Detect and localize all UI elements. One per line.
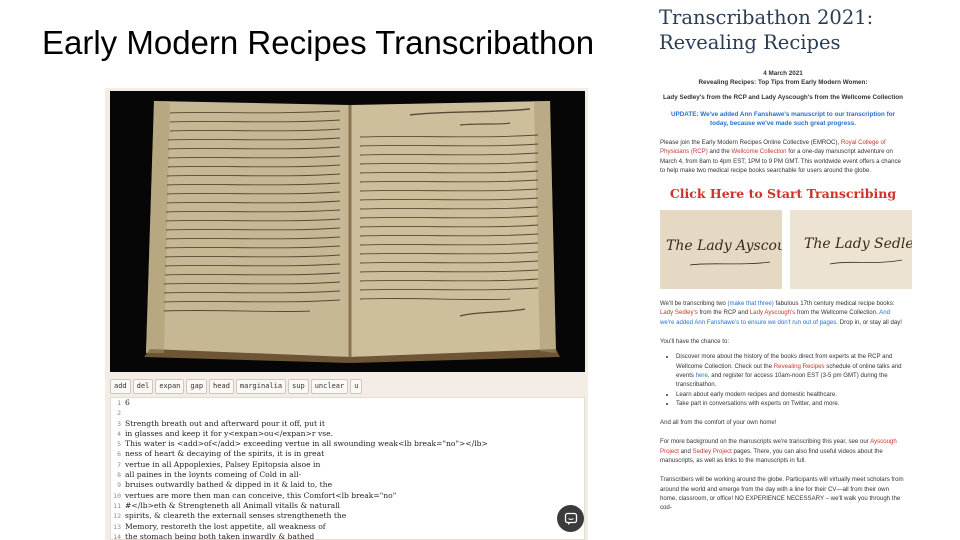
editor-line: 5 This water is <add>of</add> exceeding v… xyxy=(111,439,584,449)
manuscript-thumbnails: The Lady Ayscough The Lady Sedley xyxy=(660,210,918,290)
web-transcribers-paragraph: Transcribers will be working around the … xyxy=(660,476,904,512)
line-text[interactable]: 6 xyxy=(125,398,584,408)
tag-button-expan[interactable]: expan xyxy=(155,379,185,394)
ayscough-link[interactable]: Lady Ayscough's xyxy=(750,309,795,316)
line-number: 7 xyxy=(117,460,121,469)
line-text[interactable] xyxy=(125,408,584,418)
tag-button-del[interactable]: del xyxy=(132,379,154,394)
editor-line: 12 spirits, & cleareth the externall sens… xyxy=(111,511,584,521)
line-number: 5 xyxy=(117,440,121,449)
web-page-title: Transcribathon 2021: Revealing Recipes xyxy=(659,5,918,55)
wellcome-link[interactable]: Wellcome Collection xyxy=(731,148,786,155)
line-text[interactable]: the stomach being both taken inwardly & … xyxy=(125,532,584,539)
web-home-paragraph: And all from the comfort of your own hom… xyxy=(660,419,777,427)
web-title-line1: Transcribathon 2021: xyxy=(659,6,874,29)
line-number: 11 xyxy=(113,501,121,510)
line-number: 10 xyxy=(113,491,121,500)
line-text[interactable]: This water is <add>of</add> exceeding ve… xyxy=(125,439,584,449)
line-text[interactable]: in glasses and keep it for y<expan>ou</e… xyxy=(125,429,584,439)
sedley-thumbnail[interactable]: The Lady Sedley xyxy=(790,210,912,290)
line-text[interactable]: Strength breath out and afterward pour i… xyxy=(125,419,584,429)
tag-button-add[interactable]: add xyxy=(110,379,131,394)
editor-line: 2 xyxy=(111,408,584,418)
web-benefits-list: Discover more about the history of the b… xyxy=(676,352,904,408)
web-intro-paragraph: Please join the Early Modern Recipes Onl… xyxy=(660,138,904,175)
para-text: For more background on the manuscripts w… xyxy=(660,438,871,446)
list-text: , and register for access 10am-noon EST … xyxy=(676,371,888,389)
editor-line: 7 vertue in all Appoplexies, Palsey Epito… xyxy=(111,460,584,470)
para-text: from the Wellcome Collection. xyxy=(795,309,880,317)
manuscript-image xyxy=(110,91,585,372)
slide-title: Early Modern Recipes Transcribathon xyxy=(42,24,595,61)
editor-line: 11 #</lb>eth & Strengteneth all Animall v… xyxy=(111,501,584,511)
tag-toolbar: add del expan gap head marginalia sup un… xyxy=(110,379,363,394)
line-text[interactable]: vertues are more then man can conceive, … xyxy=(125,491,584,501)
sedley-caption: The Lady Sedley xyxy=(804,236,912,252)
list-item: Take part in conversations with experts … xyxy=(676,399,904,408)
line-text[interactable]: all paines in the loynts comeing of Cold… xyxy=(125,470,584,480)
tag-button-head[interactable]: head xyxy=(209,379,234,394)
line-text[interactable]: ness of heart & decaying of the spirits,… xyxy=(125,449,584,459)
web-books-paragraph: We'll be transcribing two (make that thr… xyxy=(660,299,904,327)
tag-button-sup[interactable]: sup xyxy=(288,379,309,394)
revealing-recipes-link[interactable]: Revealing Recipes xyxy=(774,363,825,370)
transcription-editor[interactable]: 16 2 3 Strength breath out and afterward … xyxy=(110,397,585,540)
para-text: Please join the Early Modern Recipes Onl… xyxy=(660,139,841,146)
tag-button-unclear[interactable]: unclear xyxy=(310,379,349,394)
ayscough-caption: The Lady Ayscough xyxy=(666,238,782,254)
para-text: and xyxy=(678,447,693,455)
web-date: 4 March 2021 xyxy=(763,70,803,77)
line-number: 9 xyxy=(117,481,121,490)
line-text[interactable]: #</lb>eth & Strengteneth all Animall vit… xyxy=(125,501,584,511)
para-text: fabulous 17th century medical recipe boo… xyxy=(773,300,895,308)
para-text: and the xyxy=(707,148,732,156)
list-item: Discover more about the history of the b… xyxy=(676,352,904,389)
here-link[interactable]: here xyxy=(696,372,708,379)
transcription-tool: add del expan gap head marginalia sup un… xyxy=(105,88,588,540)
editor-line: 13 Memory, restoreth the lost appetite, a… xyxy=(111,522,584,532)
editor-line: 6 ness of heart & decaying of the spirits… xyxy=(111,449,584,459)
list-item: Learn about early modern recipes and dom… xyxy=(676,390,904,399)
line-number: 1 xyxy=(117,399,121,407)
tag-button-marginalia[interactable]: marginalia xyxy=(235,379,287,394)
editor-line: 8 all paines in the loynts comeing of Col… xyxy=(111,470,584,480)
line-number: 6 xyxy=(117,450,121,459)
tag-button-gap[interactable]: gap xyxy=(186,379,208,394)
editor-line: 10 vertues are more then man can conceive… xyxy=(111,491,584,501)
editor-line: 9 bruises outwardly bathed & dipped in it… xyxy=(111,480,584,490)
line-number: 4 xyxy=(117,429,121,438)
line-text[interactable]: bruises outwardly bathed & dipped in it … xyxy=(125,480,584,490)
editor-line: 3 Strength breath out and afterward pour … xyxy=(111,419,584,429)
editor-line: 16 xyxy=(111,398,584,408)
tag-button-u[interactable]: u xyxy=(350,379,363,394)
web-update-notice: UPDATE: We've added Ann Fanshawe's manus… xyxy=(671,111,895,127)
para-text: Drop in, or stay all day! xyxy=(837,318,902,326)
line-number: 2 xyxy=(117,409,121,418)
web-chance-paragraph: You'll have the chance to: xyxy=(660,338,730,346)
line-number: 3 xyxy=(117,419,121,428)
web-subtitle-2: Lady Sedley's from the RCP and Lady Aysc… xyxy=(663,94,903,101)
line-number: 13 xyxy=(113,522,121,531)
ayscough-thumbnail[interactable]: The Lady Ayscough xyxy=(660,210,782,290)
sedley-link[interactable]: Lady Sedley's xyxy=(660,309,698,316)
web-page: Transcribathon 2021: Revealing Recipes 4… xyxy=(648,0,918,540)
para-text: We'll be transcribing two xyxy=(660,300,728,308)
chat-button[interactable] xyxy=(557,505,584,532)
line-text[interactable]: vertue in all Appoplexies, Palsey Epitop… xyxy=(125,460,584,470)
line-number: 14 xyxy=(113,532,121,540)
para-text: from the RCP and xyxy=(697,309,750,317)
web-background-paragraph: For more background on the manuscripts w… xyxy=(660,437,904,465)
line-text[interactable]: spirits, & cleareth the externall senses… xyxy=(125,511,584,521)
line-number: 12 xyxy=(113,512,121,521)
editor-line: 14 the stomach being both taken inwardly … xyxy=(111,532,584,540)
para-highlight: (make that three) xyxy=(727,300,774,308)
editor-line: 4 in glasses and keep it for y<expan>ou</… xyxy=(111,429,584,439)
web-subtitle: Revealing Recipes: Top Tips from Early M… xyxy=(698,79,868,86)
start-transcribing-link[interactable]: Click Here to Start Transcribing xyxy=(648,186,918,201)
line-text[interactable]: Memory, restoreth the lost appetite, all… xyxy=(125,522,584,532)
web-title-line2: Revealing Recipes xyxy=(659,31,841,54)
chat-bubble-icon xyxy=(564,512,577,525)
line-number: 8 xyxy=(117,471,121,480)
sedley-project-link[interactable]: Sedley Project xyxy=(693,448,732,455)
